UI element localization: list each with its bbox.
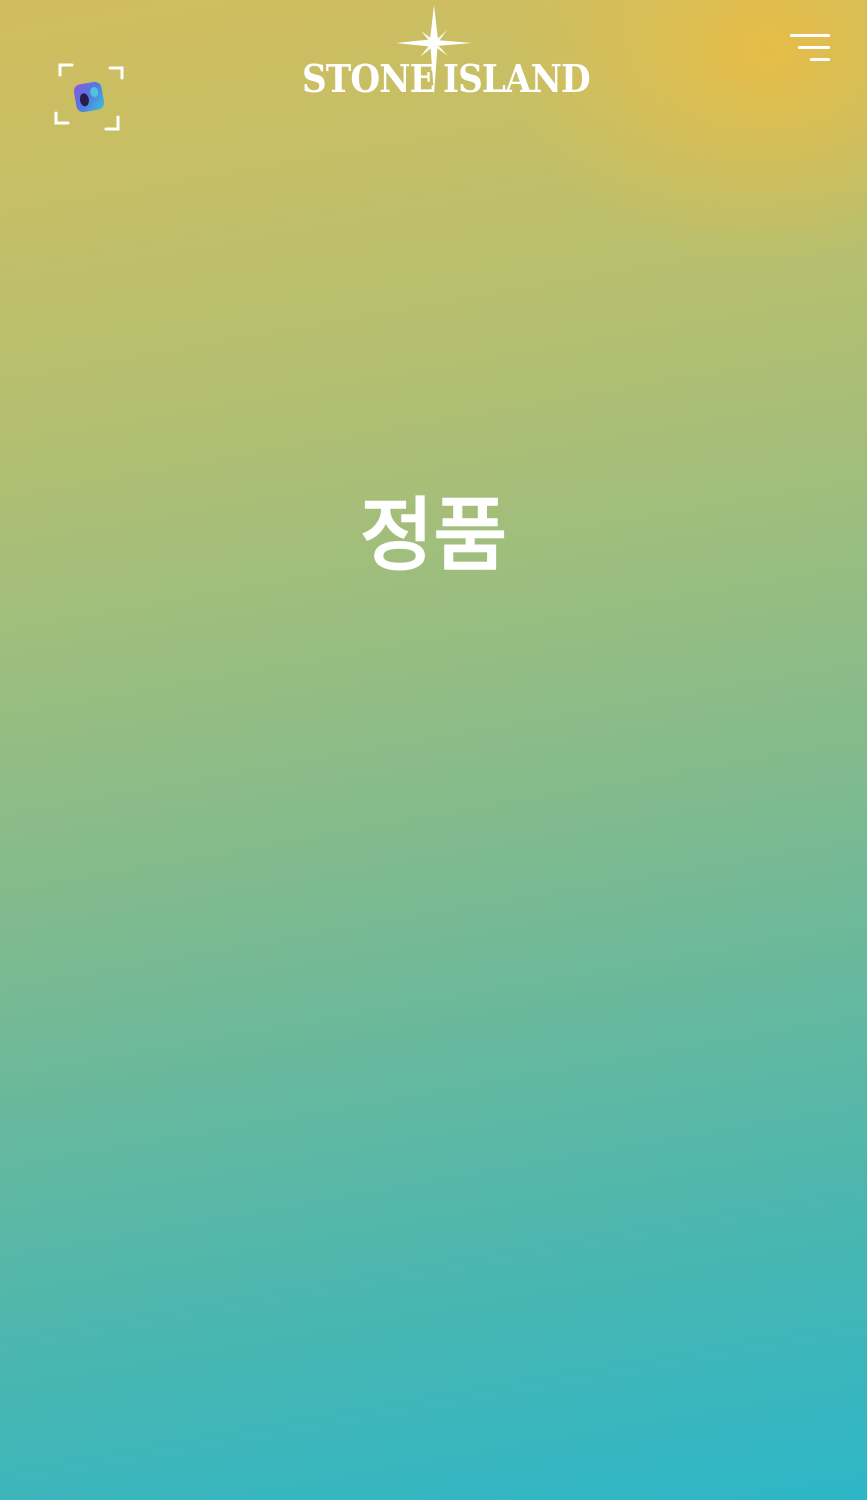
logo-text-island: ISLAND bbox=[443, 56, 591, 101]
ar-scan-icon bbox=[54, 63, 124, 131]
menu-line-bottom bbox=[810, 58, 830, 61]
stone-island-logo[interactable]: STONE ISLAND bbox=[298, 4, 591, 102]
ar-scan-button[interactable] bbox=[52, 61, 126, 133]
logo-text-stone: STONE bbox=[302, 56, 436, 101]
app-screen: STONE ISLAND 정품 bbox=[0, 0, 867, 1500]
page-title: 정품 bbox=[359, 489, 508, 582]
menu-line-middle bbox=[798, 46, 830, 49]
menu-line-top bbox=[790, 34, 830, 37]
menu-button[interactable] bbox=[786, 30, 836, 66]
